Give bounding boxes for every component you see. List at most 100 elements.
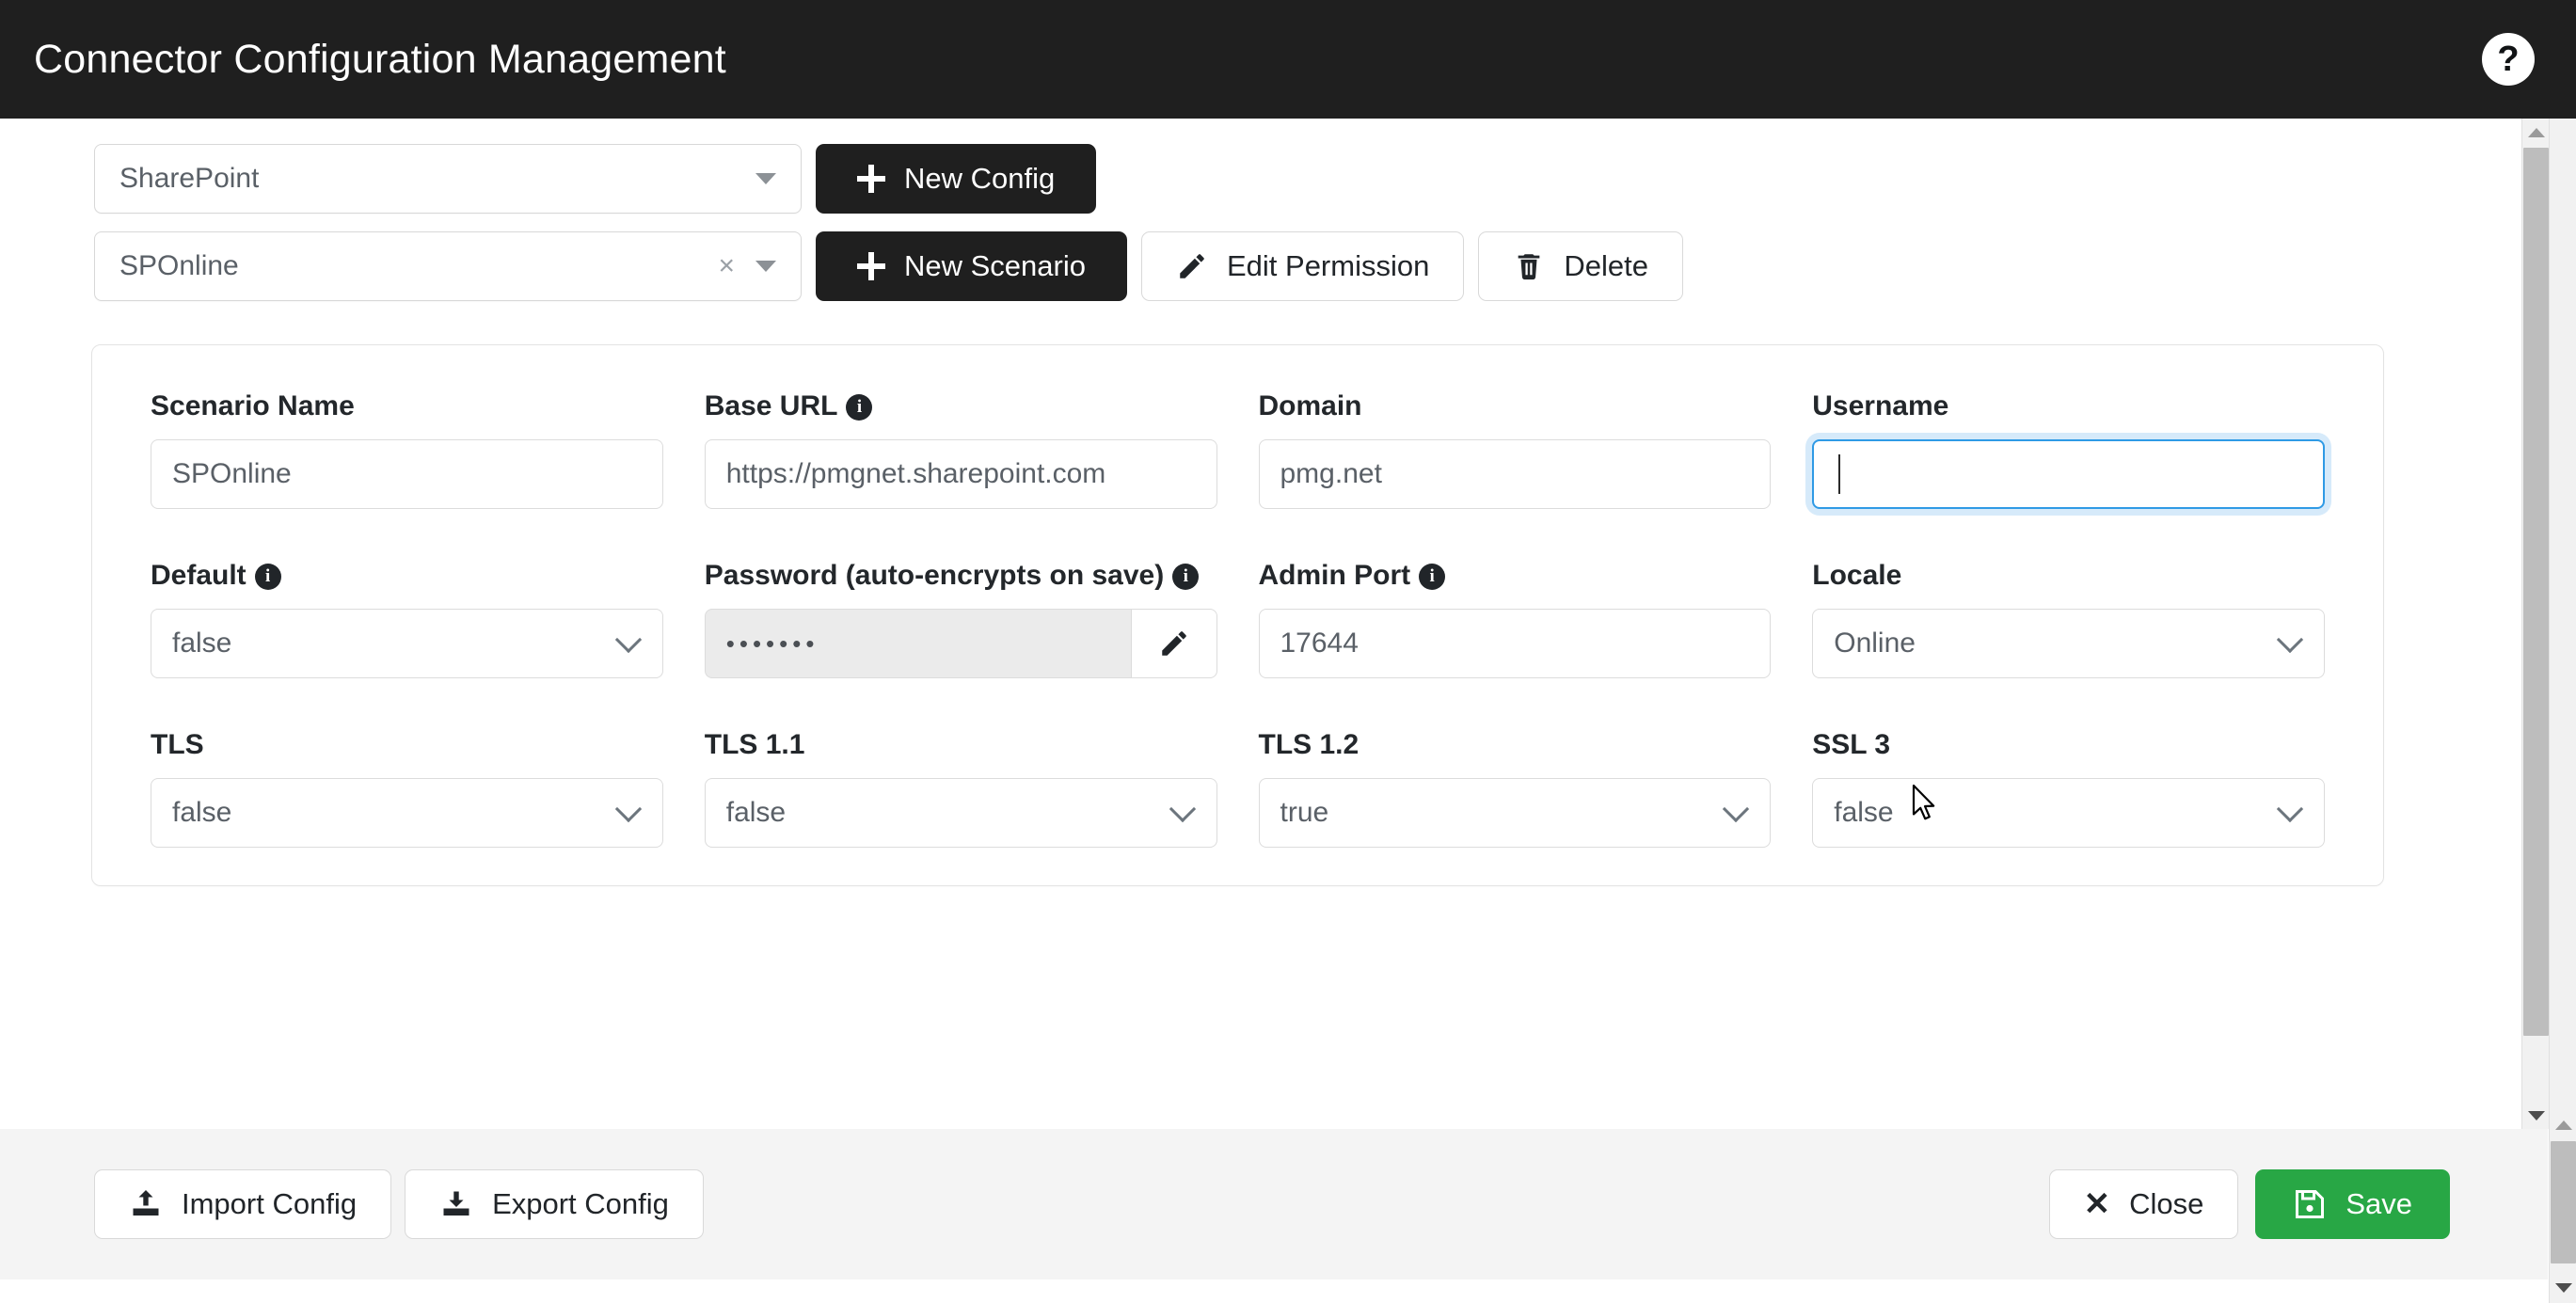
tls-12-select[interactable]: true bbox=[1258, 778, 1772, 848]
connector-config-window: Connector Configuration Management ? Sha… bbox=[0, 0, 2576, 1303]
scroll-body: SharePoint New Config SPOnline × New Sce… bbox=[0, 119, 2548, 1129]
chevron-down-icon bbox=[1169, 795, 1196, 823]
tls-select[interactable]: false bbox=[151, 778, 663, 848]
connector-select-value: SharePoint bbox=[119, 163, 260, 194]
page-scrollbar[interactable] bbox=[2549, 119, 2576, 1303]
field-tls-11: TLS 1.1 false bbox=[684, 727, 1238, 848]
ssl3-select[interactable]: false bbox=[1812, 778, 2325, 848]
field-admin-port: Admin Port i 17644 bbox=[1238, 558, 1792, 678]
chevron-down-icon bbox=[2276, 795, 2304, 823]
pencil-icon bbox=[1176, 250, 1208, 282]
export-config-button[interactable]: Export Config bbox=[405, 1169, 704, 1239]
trash-icon bbox=[1513, 250, 1545, 282]
triangle-up-icon bbox=[2527, 127, 2545, 137]
base-url-input[interactable]: https://pmgnet.sharepoint.com bbox=[704, 439, 1217, 509]
field-tls: TLS false bbox=[130, 727, 684, 848]
field-password: Password (auto-encrypts on save) i ••••••… bbox=[684, 558, 1238, 678]
close-label: Close bbox=[2129, 1187, 2204, 1220]
footer-toolbar: Import Config Export Config ✕ Close Save bbox=[0, 1129, 2548, 1279]
scroll-thumb[interactable] bbox=[2523, 148, 2549, 1036]
password-input: ••••••• bbox=[704, 609, 1131, 678]
locale-select[interactable]: Online bbox=[1812, 609, 2325, 678]
tls-11-select[interactable]: false bbox=[704, 778, 1217, 848]
page-scroll-up-button[interactable] bbox=[2550, 1111, 2576, 1138]
export-config-label: Export Config bbox=[492, 1187, 669, 1220]
save-button[interactable]: Save bbox=[2255, 1169, 2450, 1239]
scroll-down-button[interactable] bbox=[2522, 1102, 2550, 1129]
pencil-icon bbox=[1158, 628, 1190, 659]
edit-permission-button[interactable]: Edit Permission bbox=[1140, 231, 1465, 301]
clear-icon[interactable]: × bbox=[718, 252, 735, 280]
password-group: ••••••• bbox=[704, 609, 1217, 678]
triangle-down-icon bbox=[2554, 1282, 2572, 1293]
username-input[interactable] bbox=[1812, 439, 2325, 509]
field-base-url: Base URL i https://pmgnet.sharepoint.com bbox=[684, 389, 1238, 509]
new-scenario-label: New Scenario bbox=[904, 249, 1086, 282]
field-label: Password (auto-encrypts on save) i bbox=[705, 558, 1217, 596]
plus-icon bbox=[857, 252, 885, 280]
scenario-name-value: SPOnline bbox=[172, 458, 292, 489]
default-select[interactable]: false bbox=[151, 609, 663, 678]
scenario-row: SPOnline × New Scenario Edit Permission … bbox=[0, 231, 2493, 301]
chevron-down-icon bbox=[614, 626, 642, 654]
page-scroll-down-button[interactable] bbox=[2550, 1274, 2576, 1301]
text-cursor bbox=[1838, 454, 1841, 494]
page-scroll-thumb[interactable] bbox=[2551, 1141, 2576, 1263]
field-label: Locale bbox=[1812, 560, 1902, 591]
page-title: Connector Configuration Management bbox=[34, 36, 726, 82]
info-icon[interactable]: i bbox=[846, 394, 873, 421]
form-content: SharePoint New Config SPOnline × New Sce… bbox=[0, 119, 2493, 886]
field-domain: Domain pmg.net bbox=[1238, 389, 1792, 509]
inner-scrollbar[interactable] bbox=[2521, 119, 2549, 1129]
scroll-up-button[interactable] bbox=[2522, 119, 2550, 146]
field-label: TLS bbox=[151, 729, 204, 760]
admin-port-value: 17644 bbox=[1280, 628, 1359, 659]
download-icon bbox=[439, 1187, 473, 1221]
new-scenario-button[interactable]: New Scenario bbox=[816, 231, 1127, 301]
chevron-down-icon bbox=[755, 173, 776, 184]
field-locale: Locale Online bbox=[1791, 558, 2345, 678]
scenario-name-input[interactable]: SPOnline bbox=[151, 439, 663, 509]
chevron-down-icon bbox=[614, 795, 642, 823]
password-value: ••••••• bbox=[725, 628, 819, 658]
scenario-select[interactable]: SPOnline × bbox=[94, 231, 802, 301]
field-default: Default i false bbox=[130, 558, 684, 678]
field-label: TLS 1.1 bbox=[704, 729, 805, 760]
base-url-value: https://pmgnet.sharepoint.com bbox=[725, 458, 1106, 489]
ssl3-value: false bbox=[1834, 797, 1894, 828]
new-config-button[interactable]: New Config bbox=[816, 144, 1097, 214]
edit-permission-label: Edit Permission bbox=[1226, 249, 1430, 282]
info-icon[interactable]: i bbox=[254, 564, 281, 591]
admin-port-input[interactable]: 17644 bbox=[1258, 609, 1772, 678]
help-icon[interactable]: ? bbox=[2482, 33, 2535, 86]
scenario-form-card: Scenario Name SPOnline Base URL i https:/… bbox=[91, 344, 2384, 886]
field-label: Default i bbox=[151, 558, 663, 596]
connector-row: SharePoint New Config bbox=[0, 144, 2493, 214]
scenario-select-value: SPOnline bbox=[119, 250, 239, 281]
field-label: Domain bbox=[1258, 390, 1362, 421]
info-icon[interactable]: i bbox=[1419, 564, 1446, 591]
connector-select[interactable]: SharePoint bbox=[94, 144, 802, 214]
triangle-up-icon bbox=[2554, 1120, 2572, 1130]
plus-icon bbox=[857, 165, 885, 193]
field-scenario-name: Scenario Name SPOnline bbox=[130, 389, 684, 509]
save-disk-icon bbox=[2293, 1187, 2327, 1221]
field-label: SSL 3 bbox=[1812, 729, 1891, 760]
window-titlebar: Connector Configuration Management ? bbox=[0, 0, 2576, 119]
field-label: Username bbox=[1812, 390, 1949, 421]
domain-input[interactable]: pmg.net bbox=[1258, 439, 1772, 509]
edit-password-button[interactable] bbox=[1130, 609, 1217, 678]
tls-value: false bbox=[172, 797, 232, 828]
domain-value: pmg.net bbox=[1280, 458, 1382, 489]
tls-12-value: true bbox=[1280, 797, 1329, 828]
field-username: Username bbox=[1791, 389, 2345, 509]
tls-11-value: false bbox=[725, 797, 787, 828]
import-config-label: Import Config bbox=[182, 1187, 358, 1220]
info-icon[interactable]: i bbox=[1172, 564, 1200, 591]
delete-button[interactable]: Delete bbox=[1478, 231, 1683, 301]
close-icon: ✕ bbox=[2083, 1186, 2111, 1222]
close-button[interactable]: ✕ Close bbox=[2048, 1169, 2239, 1239]
new-config-label: New Config bbox=[904, 162, 1056, 195]
import-config-button[interactable]: Import Config bbox=[94, 1169, 392, 1239]
locale-value: Online bbox=[1834, 628, 1916, 659]
